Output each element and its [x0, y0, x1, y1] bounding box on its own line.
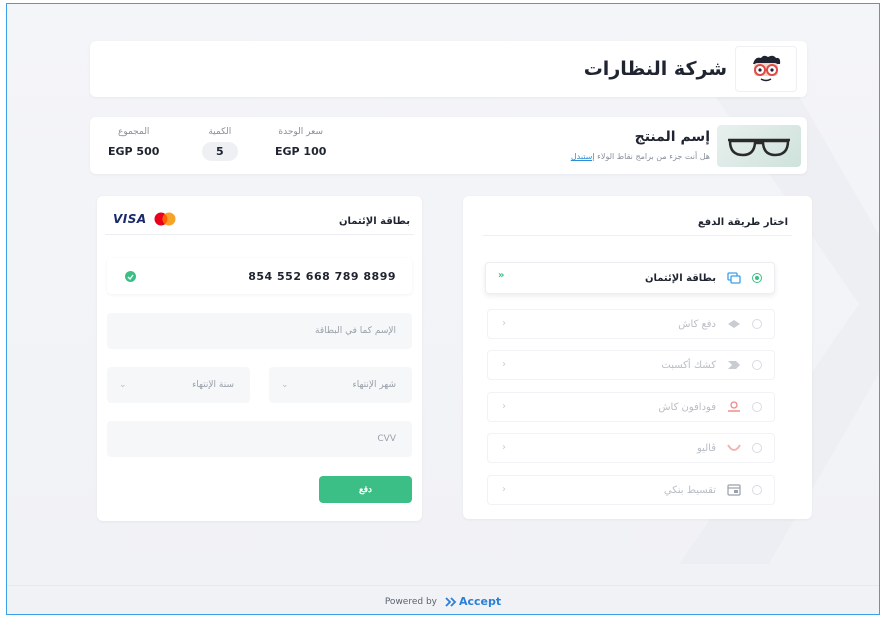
- accept-logo[interactable]: Accept: [445, 595, 501, 608]
- card-number-value: 854 552 668 789 8899: [248, 270, 396, 283]
- merchant-header: شركة النظارات: [90, 41, 807, 97]
- cardholder-name-placeholder: الإسم كما في البطاقة: [315, 326, 396, 336]
- unit-price-column: سعر الوحدة EGP 100: [275, 127, 326, 158]
- bank-installment-icon: [726, 483, 742, 497]
- product-name: إسم المنتج: [634, 129, 710, 145]
- payment-method-cash[interactable]: دفع كاش ‹: [487, 309, 775, 339]
- pay-button[interactable]: دفع: [319, 476, 412, 503]
- payment-method-label: تقسيط بنكي: [663, 484, 716, 496]
- product-image: [717, 125, 801, 167]
- credit-card-title: بطاقة الإئتمان: [338, 216, 410, 227]
- merchant-logo: [735, 46, 797, 92]
- radio-button[interactable]: [752, 402, 762, 412]
- expiry-year-placeholder: سنة الإنتهاء: [192, 380, 234, 390]
- accept-chevron-icon: [445, 596, 457, 607]
- payment-methods-title: اختار طريقة الدفع: [697, 217, 788, 228]
- payment-method-valu[interactable]: ڤاليو ‹: [487, 433, 775, 463]
- visa-logo: VISA: [113, 212, 147, 226]
- footer-divider: [7, 585, 879, 586]
- unit-price-label: سعر الوحدة: [278, 127, 323, 137]
- quantity-value: 5: [202, 142, 238, 161]
- payment-method-label: بطاقة الإئتمان: [644, 272, 716, 284]
- quantity-label: الكمية: [208, 127, 232, 137]
- order-summary: إسم المنتج هل أنت جزء من برامج نقاط الول…: [90, 117, 807, 174]
- radio-button[interactable]: [752, 443, 762, 453]
- cvv-input[interactable]: CVV: [107, 421, 412, 457]
- accept-brand: Accept: [459, 595, 502, 608]
- redeem-link[interactable]: إستبدل: [571, 152, 595, 161]
- chevron-left-icon: ‹: [502, 442, 506, 453]
- unit-price-value: EGP 100: [275, 145, 327, 158]
- cash-icon: [726, 317, 742, 331]
- powered-by-label: Powered by: [384, 596, 437, 607]
- radio-button[interactable]: [752, 360, 762, 370]
- checkout-page: شركة النظارات إسم المنتج هل أنت جزء من ب…: [6, 3, 880, 615]
- credit-card-icon: [726, 271, 742, 285]
- cvv-placeholder: CVV: [377, 434, 396, 444]
- card-brands: VISA: [113, 212, 177, 226]
- divider: [483, 235, 792, 236]
- payment-method-bank-installment[interactable]: تقسيط بنكي ‹: [487, 475, 775, 505]
- card-number-field[interactable]: 854 552 668 789 8899: [107, 258, 412, 294]
- kiosk-icon: [726, 358, 742, 372]
- payment-method-vodafone-cash[interactable]: فودافون كاش ‹: [487, 392, 775, 422]
- payment-method-label: فودافون كاش: [658, 401, 716, 413]
- radio-button[interactable]: [752, 273, 762, 283]
- vodafone-icon: [726, 400, 742, 414]
- payment-methods-panel: اختار طريقة الدفع بطاقة الإئتمان « دفع ك…: [463, 196, 812, 519]
- payment-method-label: ڤاليو: [696, 442, 716, 454]
- chevron-down-icon: ⌄: [119, 380, 127, 390]
- footer: Powered by Accept: [7, 595, 879, 608]
- eyeglasses-icon: [728, 138, 790, 157]
- expiry-month-select[interactable]: شهر الإنتهاء ⌄: [269, 367, 412, 403]
- double-chevron-icon: «: [498, 270, 505, 281]
- radio-button[interactable]: [752, 485, 762, 495]
- chevron-left-icon: ‹: [502, 401, 506, 412]
- expiry-year-select[interactable]: سنة الإنتهاء ⌄: [107, 367, 250, 403]
- mastercard-icon: [154, 212, 176, 226]
- loyalty-text: هل أنت جزء من برامج نقاط الولاء إستبدل: [571, 152, 710, 161]
- quantity-column: الكمية 5: [202, 127, 238, 161]
- total-label: المجموع: [117, 127, 150, 137]
- loyalty-question: هل أنت جزء من برامج نقاط الولاء: [597, 152, 710, 161]
- total-value: EGP 500: [108, 145, 160, 158]
- payment-method-label: كشك أكسبت: [661, 359, 716, 371]
- credit-card-form: بطاقة الإئتمان VISA 854 552 668 789 8899…: [97, 196, 422, 521]
- valu-icon: [726, 441, 742, 455]
- chevron-down-icon: ⌄: [281, 380, 289, 390]
- glasses-mascot-icon: [753, 55, 781, 82]
- radio-button[interactable]: [752, 319, 762, 329]
- total-column: المجموع EGP 500: [108, 127, 159, 158]
- payment-method-label: دفع كاش: [678, 318, 716, 330]
- chevron-left-icon: ‹: [502, 484, 506, 495]
- expiry-month-placeholder: شهر الإنتهاء: [352, 380, 397, 390]
- valid-check-icon: [125, 271, 136, 282]
- payment-method-kiosk[interactable]: كشك أكسبت ‹: [487, 350, 775, 380]
- cardholder-name-input[interactable]: الإسم كما في البطاقة: [107, 313, 412, 349]
- payment-method-credit-card[interactable]: بطاقة الإئتمان «: [485, 262, 775, 294]
- divider: [105, 234, 414, 235]
- chevron-left-icon: ‹: [502, 318, 506, 329]
- chevron-left-icon: ‹: [502, 359, 506, 370]
- company-name: شركة النظارات: [583, 58, 727, 80]
